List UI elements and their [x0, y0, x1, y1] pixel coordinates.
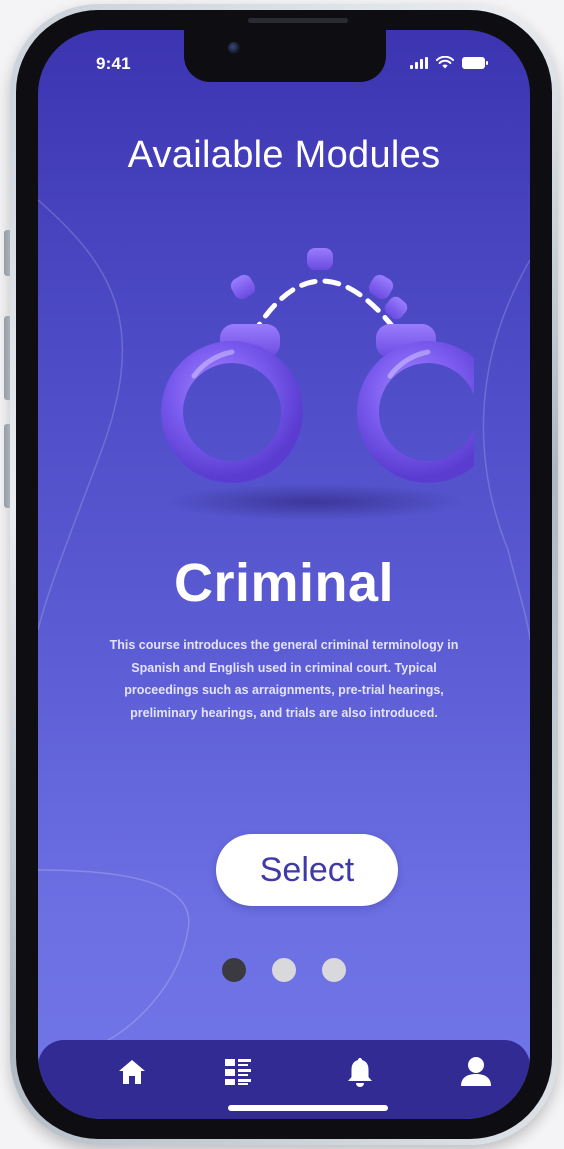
page-dot-1[interactable] — [222, 958, 246, 982]
page-title: Available Modules — [127, 134, 441, 176]
handcuffs-icon — [122, 236, 499, 526]
battery-icon — [462, 56, 488, 74]
camera-icon — [228, 42, 240, 54]
module-description: This course introduces the general crimi… — [109, 638, 459, 720]
select-button[interactable]: Select — [216, 834, 398, 906]
tab-modules[interactable] — [214, 1054, 262, 1094]
device-mockup: 9:41 Available Modules Criminal This cou… — [0, 0, 564, 1149]
home-icon — [117, 1058, 147, 1091]
pagination-dots — [38, 958, 530, 982]
tab-profile[interactable] — [452, 1054, 500, 1094]
bell-icon — [344, 1056, 376, 1093]
user-icon — [459, 1056, 493, 1093]
page-dot-3[interactable] — [322, 958, 346, 982]
status-time: 9:41 — [96, 54, 131, 73]
tab-home[interactable] — [108, 1054, 156, 1094]
page-dot-2[interactable] — [272, 958, 296, 982]
wifi-icon — [436, 55, 454, 74]
top-speaker — [248, 18, 348, 23]
status-icons — [410, 55, 488, 74]
phone-bezel: 9:41 Available Modules Criminal This cou… — [16, 10, 552, 1139]
module-name: Criminal — [173, 553, 395, 613]
phone-frame: 9:41 Available Modules Criminal This cou… — [10, 4, 558, 1145]
list-icon — [223, 1057, 253, 1092]
app-screen: 9:41 Available Modules Criminal This cou… — [38, 30, 530, 1119]
home-indicator[interactable] — [228, 1105, 388, 1111]
tab-notifications[interactable] — [336, 1054, 384, 1094]
device-notch — [184, 30, 386, 82]
cellular-signal-icon — [410, 56, 428, 74]
